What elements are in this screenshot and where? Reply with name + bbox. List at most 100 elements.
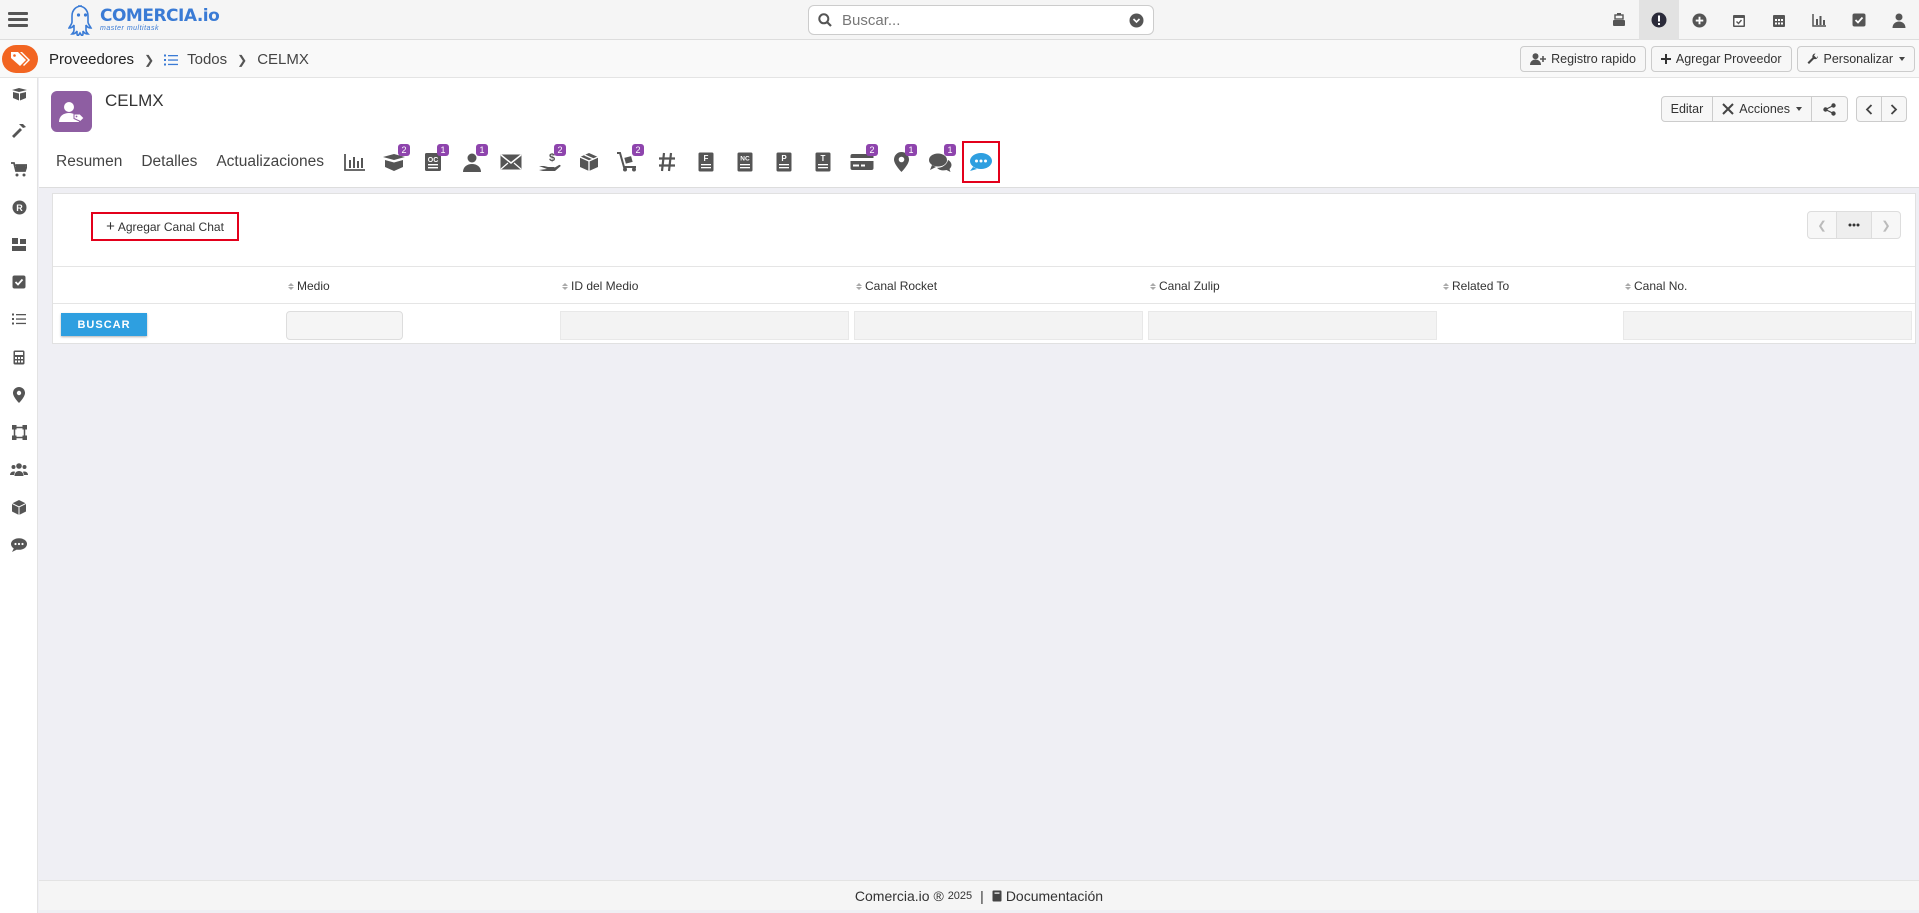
tab-credit-card-icon[interactable]: 2 [845,144,879,179]
hammer-icon[interactable] [10,122,28,140]
tags-icon[interactable] [2,45,38,73]
cube-icon[interactable] [10,498,28,516]
filter-medio-select[interactable] [286,311,403,340]
tab-payment-hand-icon[interactable]: $2 [533,144,567,179]
quick-register-label: Registro rapido [1551,52,1636,66]
chevron-left-icon[interactable]: ❮ [1807,211,1837,239]
comment-dots-icon[interactable] [10,536,28,554]
task-check-icon[interactable] [10,273,28,291]
column-header-medio[interactable]: Medio [288,279,330,293]
tab-map-marker-icon[interactable]: 1 [884,144,918,179]
calendar-check-icon[interactable] [1719,0,1759,40]
tab-badge: 2 [632,144,645,156]
svg-text:OC: OC [428,157,439,164]
chart-icon[interactable] [1799,0,1839,40]
documentation-link[interactable]: Documentación [1006,888,1103,904]
chevron-right-icon[interactable]: ❯ [1871,211,1901,239]
plus-circle-icon[interactable] [1679,0,1719,40]
cash-register-icon[interactable] [1599,0,1639,40]
svg-text:T: T [821,154,826,163]
chevron-right-icon: ❯ [144,52,155,67]
filter-canal-rocket-input[interactable] [854,311,1143,340]
column-label: ID del Medio [571,279,639,293]
users-icon[interactable] [10,460,28,478]
actions-button[interactable]: Acciones [1712,96,1812,122]
tab-badge: 1 [944,144,957,156]
tab-box-open-icon[interactable]: 2 [377,144,411,179]
svg-text:F: F [704,154,709,163]
edit-label: Editar [1670,102,1704,116]
add-supplier-button[interactable]: Agregar Proveedor [1650,46,1792,72]
edit-button[interactable]: Editar [1660,96,1714,122]
share-button[interactable] [1811,96,1848,122]
tab-credit-note-nc-icon[interactable]: NC [728,145,762,179]
tab-details[interactable]: Detalles [141,153,197,171]
tab-contact-icon[interactable]: 1 [455,144,489,179]
tab-chart-icon[interactable] [338,145,372,179]
breadcrumb-list[interactable]: Todos [187,51,227,68]
alert-icon[interactable] [1639,0,1679,40]
breadcrumb-bar: Proveedores ❯ Todos ❯ CELMX Registro rap… [0,40,1919,78]
calendar-icon[interactable] [1759,0,1799,40]
filter-canal-no-input[interactable] [1623,311,1912,340]
sort-icon [288,282,294,290]
tab-badge: 1 [905,144,918,156]
tab-chat-channel-icon[interactable] [962,141,1001,183]
next-record-button[interactable] [1881,96,1907,122]
add-chat-channel-button[interactable]: + Agregar Canal Chat [91,212,239,241]
column-header-canal-zulip[interactable]: Canal Zulip [1150,279,1220,293]
tab-comments-icon[interactable]: 1 [923,144,957,179]
cart-icon[interactable] [10,160,28,178]
more-options-icon[interactable] [1836,211,1872,239]
footer: Comercia.io ® 2025 | Documentación [39,880,1919,910]
chevron-down-icon[interactable] [1129,13,1144,28]
tab-dolly-icon[interactable]: 2 [611,144,645,179]
search-button[interactable]: BUSCAR [61,313,147,336]
column-header-canal-rocket[interactable]: Canal Rocket [856,279,937,293]
registered-icon[interactable]: R [10,198,28,216]
wrench-icon [1807,53,1818,64]
previous-record-button[interactable] [1856,96,1882,122]
column-header-canal-no[interactable]: Canal No. [1625,279,1687,293]
breadcrumb-module[interactable]: Proveedores [49,51,134,68]
filter-row: BUSCAR [53,304,1915,344]
sort-icon [1625,282,1631,290]
list-icon[interactable] [10,310,28,328]
tab-invoice-f-icon[interactable]: F [689,145,723,179]
logo-tagline: master multitask [100,25,159,32]
caret-down-icon [1796,107,1802,111]
tab-document-p-icon[interactable]: P [767,145,801,179]
tab-hashtag-icon[interactable] [650,145,684,179]
filter-canal-zulip-input[interactable] [1148,311,1437,340]
search-bar[interactable]: Buscar... [808,5,1154,35]
filter-id-medio-input[interactable] [560,311,849,340]
column-header-related-to[interactable]: Related To [1443,279,1509,293]
vector-square-icon[interactable] [10,423,28,441]
checkbox-icon[interactable] [1839,0,1879,40]
tab-purchase-order-icon[interactable]: OC 1 [416,144,450,179]
chevron-right-icon: ❯ [237,52,248,67]
box-open-icon[interactable] [10,85,28,103]
tab-document-t-icon[interactable]: T [806,145,840,179]
quick-register-button[interactable]: Registro rapido [1520,46,1646,72]
tab-badge: 2 [554,144,567,156]
user-icon[interactable] [1879,0,1919,40]
column-header-id-medio[interactable]: ID del Medio [562,279,638,293]
chat-channels-panel: + Agregar Canal Chat ❮ ❯ Medio ID del Me… [52,193,1916,344]
calculator-icon[interactable] [10,348,28,366]
footer-year: 2025 [947,889,973,902]
map-marker-icon[interactable] [10,386,28,404]
tab-updates[interactable]: Actualizaciones [216,153,324,171]
customize-label: Personalizar [1823,52,1893,66]
app-logo[interactable]: COMERCIA.io master multitask [67,3,220,38]
tools-icon[interactable] [10,235,28,253]
tab-envelope-icon[interactable] [494,145,528,179]
octopus-logo-icon [67,4,96,38]
tab-summary[interactable]: Resumen [56,153,122,171]
customize-button[interactable]: Personalizar [1796,46,1915,72]
tab-badge: 1 [476,144,489,156]
tab-package-icon[interactable] [572,145,606,179]
menu-icon[interactable] [8,9,28,29]
svg-text:P: P [781,154,787,163]
search-input[interactable]: Buscar... [842,12,1129,29]
